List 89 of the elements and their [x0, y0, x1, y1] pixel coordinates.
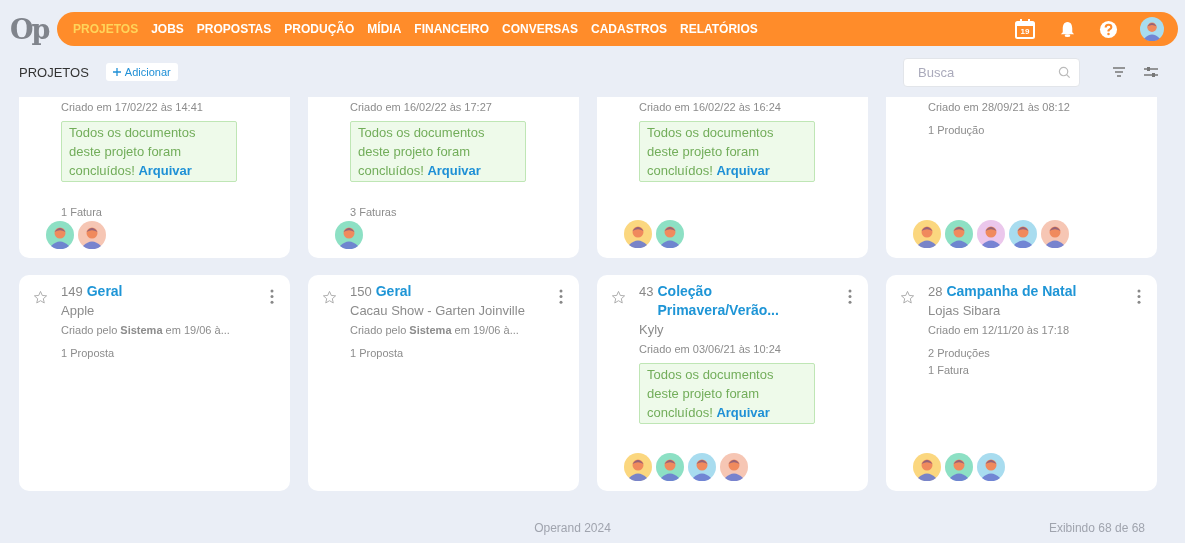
project-card[interactable]: 43 Coleção Primavera/Verão... Kyly Criado em 03/06/21 às 10:24 Todos os documentos deste projeto foram concluídos! Arquivar [597, 275, 868, 491]
project-title[interactable]: Coleção Primavera/Verão... [657, 282, 809, 320]
project-card[interactable]: Criado em 28/09/21 às 08:12 1 Produção [886, 97, 1157, 258]
created-date: Criado pelo Sistema em 19/06 à... [350, 323, 519, 338]
app-logo[interactable]: Op [10, 13, 50, 45]
avatar-icon[interactable] [977, 220, 1005, 248]
notice-box: Todos os documentos deste projeto foram concluídos! Arquivar [350, 121, 526, 182]
nav-tab[interactable]: MÍDIA [367, 22, 402, 36]
avatar-icon[interactable] [656, 453, 684, 481]
avatar-icon[interactable] [945, 220, 973, 248]
archive-link[interactable]: Arquivar [716, 163, 770, 178]
star-icon[interactable] [33, 290, 48, 305]
avatar-icon[interactable] [624, 220, 652, 248]
more-icon[interactable] [848, 289, 852, 304]
created-date: Criado em 16/02/22 às 17:27 [350, 100, 492, 115]
avatar-icon[interactable] [624, 453, 652, 481]
client-name: Cacau Show - Garten Joinville [350, 302, 525, 320]
document-count[interactable]: 3 Faturas [350, 204, 397, 221]
avatar-icon[interactable] [335, 221, 363, 249]
document-count[interactable]: 1 Fatura [61, 204, 102, 221]
created-date: Criado em 03/06/21 às 10:24 [639, 342, 781, 357]
project-card[interactable]: Criado em 16/02/22 às 17:27 Todos os documentos deste projeto foram concluídos! Arquivar 3 Faturas [308, 97, 579, 258]
created-date: Criado em 16/02/22 às 16:24 [639, 100, 781, 115]
notice-box: Todos os documentos deste projeto foram concluídos! Arquivar [639, 363, 815, 424]
created-date: Criado em 12/11/20 às 17:18 [928, 323, 1070, 338]
archive-link[interactable]: Arquivar [427, 163, 481, 178]
project-number: 150 [350, 283, 372, 301]
project-number: 43 [639, 283, 654, 301]
document-count[interactable]: 1 Produção [928, 122, 985, 139]
help-icon[interactable] [1099, 19, 1118, 39]
sort-icon[interactable] [1111, 64, 1127, 80]
project-card[interactable]: Criado em 17/02/22 às 14:41 Todos os documentos deste projeto foram concluídos! Arquivar 1 Fatura [19, 97, 290, 258]
project-card[interactable]: 28 Campanha de Natal Lojas Sibara Criado em 12/11/20 às 17:18 2 Produções 1 Fatura [886, 275, 1157, 491]
client-name: Lojas Sibara [928, 302, 1001, 320]
nav-tab[interactable]: PROPOSTAS [196, 22, 272, 36]
nav-tab[interactable]: RELATÓRIOS [680, 22, 758, 36]
avatar-icon[interactable] [1009, 220, 1037, 248]
notice-box: Todos os documentos deste projeto foram concluídos! Arquivar [61, 121, 237, 182]
more-icon[interactable] [559, 289, 563, 304]
client-name: Kyly [639, 321, 664, 339]
filter-settings-icon[interactable] [1143, 64, 1159, 80]
more-icon[interactable] [1137, 289, 1141, 304]
star-icon[interactable] [900, 290, 915, 305]
star-icon[interactable] [611, 290, 626, 305]
document-count[interactable]: 1 Proposta [61, 345, 115, 362]
nav-tab[interactable]: CADASTROS [591, 22, 667, 36]
avatar-icon[interactable] [656, 220, 684, 248]
client-name: Apple [61, 302, 95, 320]
avatar-icon[interactable] [945, 453, 973, 481]
created-date: Criado em 17/02/22 às 14:41 [61, 100, 203, 115]
nav-tab[interactable]: JOBS [151, 22, 184, 36]
avatar-icon[interactable] [913, 220, 941, 248]
star-icon[interactable] [322, 290, 337, 305]
avatar-icon[interactable] [720, 453, 748, 481]
project-number: 149 [61, 283, 83, 301]
project-card[interactable]: 149 Geral Apple Criado pelo Sistema em 19/06 à... 1 Proposta [19, 275, 290, 491]
page-title: PROJETOS [19, 64, 89, 80]
document-count[interactable]: 1 Fatura [928, 362, 990, 379]
project-title[interactable]: Geral [375, 282, 412, 301]
search-field[interactable]: Busca [903, 57, 1080, 87]
nav-tab[interactable]: FINANCEIRO [414, 22, 489, 36]
avatar-icon[interactable] [46, 221, 74, 249]
avatar-icon[interactable] [1140, 17, 1164, 41]
calendar-icon[interactable]: 19 [1014, 18, 1036, 40]
search-icon [1058, 65, 1071, 79]
project-title[interactable]: Campanha de Natal [946, 282, 1077, 301]
avatar-icon[interactable] [913, 453, 941, 481]
document-count[interactable]: 2 Produções [928, 345, 990, 362]
result-count: Exibindo 68 de 68 [1048, 521, 1145, 535]
copyright-text: Operand 2024 [534, 521, 611, 535]
add-button[interactable]: Adicionar [105, 63, 178, 81]
project-card[interactable]: Criado em 16/02/22 às 16:24 Todos os documentos deste projeto foram concluídos! Arquivar [597, 97, 868, 258]
project-card[interactable]: 150 Geral Cacau Show - Garten Joinville Criado pelo Sistema em 19/06 à... 1 Proposta [308, 275, 579, 491]
more-icon[interactable] [270, 289, 274, 304]
created-date: Criado em 28/09/21 às 08:12 [928, 100, 1070, 115]
avatar-icon[interactable] [78, 221, 106, 249]
document-count[interactable]: 1 Proposta [350, 345, 404, 362]
project-title[interactable]: Geral [86, 282, 123, 301]
project-number: 28 [928, 283, 943, 301]
archive-link[interactable]: Arquivar [138, 163, 192, 178]
nav-tab[interactable]: CONVERSAS [502, 22, 578, 36]
nav-tab[interactable]: PRODUÇÃO [284, 22, 355, 36]
archive-link[interactable]: Arquivar [716, 405, 770, 420]
avatar-icon[interactable] [1041, 220, 1069, 248]
notice-box: Todos os documentos deste projeto foram concluídos! Arquivar [639, 121, 815, 182]
avatar-icon[interactable] [688, 453, 716, 481]
avatar-icon[interactable] [977, 453, 1005, 481]
created-date: Criado pelo Sistema em 19/06 à... [61, 323, 230, 338]
plus-icon [112, 68, 121, 76]
